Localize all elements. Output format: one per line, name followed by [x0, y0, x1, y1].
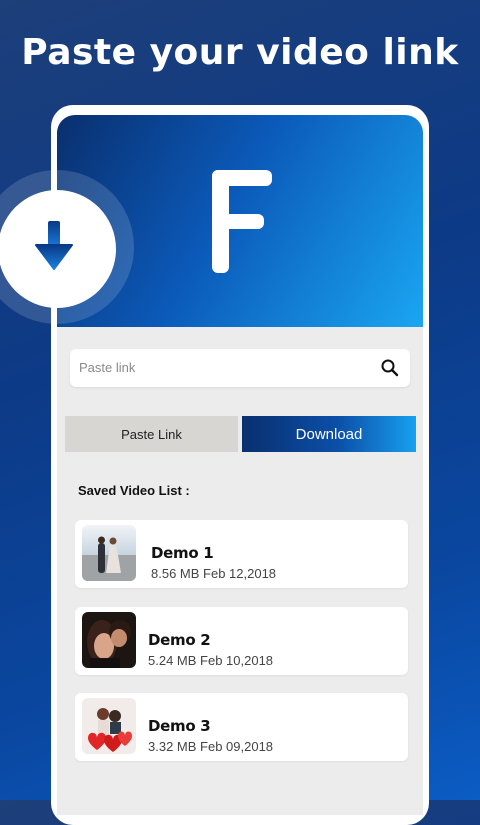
- video-title: Demo 2: [148, 631, 211, 649]
- search-icon[interactable]: [380, 358, 400, 378]
- couple-balloons-thumbnail: [82, 698, 136, 754]
- download-badge: [0, 190, 116, 308]
- list-item[interactable]: Demo 3 3.32 MB Feb 09,2018: [75, 693, 408, 761]
- download-button[interactable]: Download: [242, 416, 416, 452]
- video-title: Demo 3: [148, 717, 211, 735]
- video-meta: 8.56 MB Feb 12,2018: [151, 566, 277, 581]
- video-title: Demo 1: [151, 544, 214, 562]
- list-item[interactable]: Demo 2 5.24 MB Feb 10,2018: [75, 607, 408, 675]
- f-logo: [212, 170, 275, 273]
- couple-portrait-thumbnail: [82, 612, 136, 668]
- video-meta: 5.24 MB Feb 10,2018: [148, 653, 274, 668]
- download-arrow-icon: [35, 221, 73, 270]
- list-item[interactable]: Demo 1 8.56 MB Feb 12,2018: [75, 520, 408, 588]
- search-box[interactable]: Paste link: [70, 349, 410, 387]
- couple-beach-thumbnail: [82, 525, 136, 581]
- search-input[interactable]: Paste link: [79, 360, 135, 375]
- headline: Paste your video link: [21, 32, 459, 73]
- video-meta: 3.32 MB Feb 09,2018: [148, 739, 274, 754]
- saved-video-list-title: Saved Video List :: [78, 483, 190, 498]
- paste-link-button[interactable]: Paste Link: [65, 416, 238, 452]
